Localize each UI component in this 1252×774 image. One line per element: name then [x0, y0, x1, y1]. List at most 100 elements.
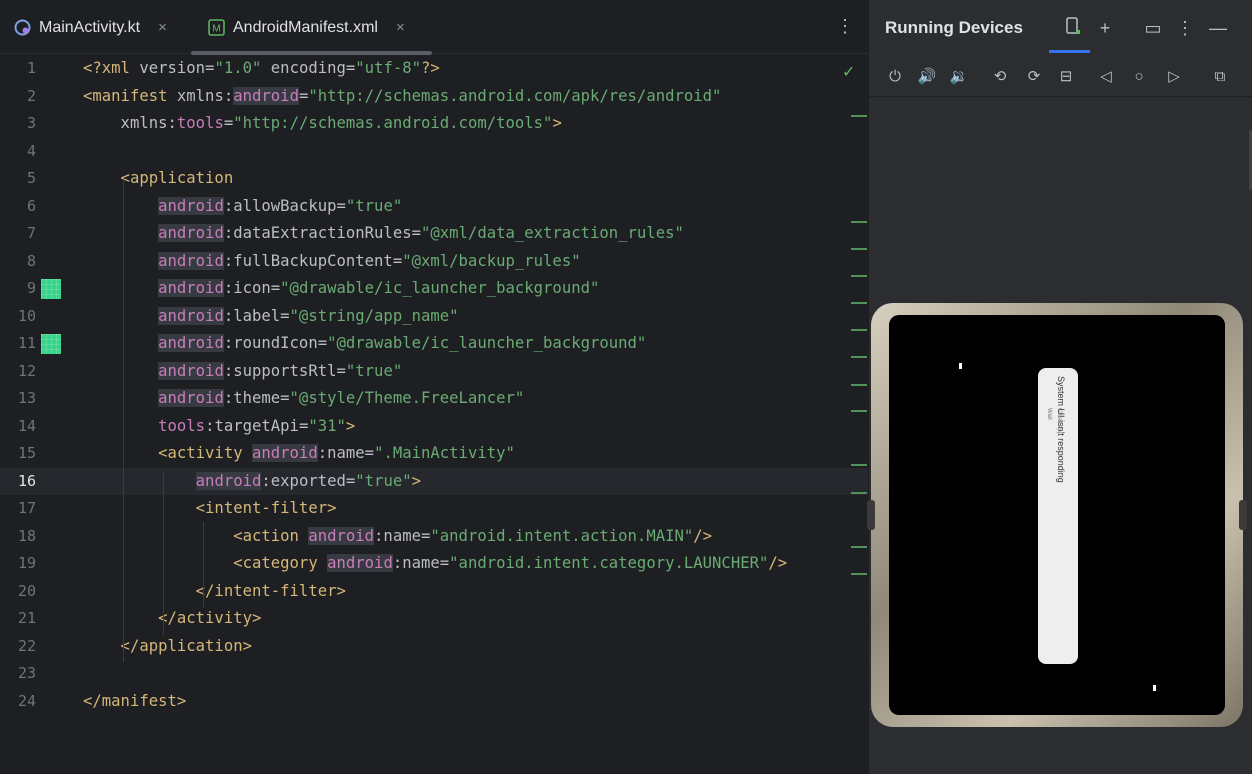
code-line[interactable]: 14 tools:targetApi="31"> — [0, 413, 868, 440]
line-number[interactable]: 17 — [0, 495, 36, 522]
dialog-options[interactable]: Close app Wait — [1044, 408, 1064, 435]
line-number[interactable]: 11 — [0, 330, 36, 357]
line-number[interactable]: 16 — [0, 468, 36, 495]
change-marker[interactable] — [851, 464, 867, 466]
code-line[interactable]: 9 android:icon="@drawable/ic_launcher_ba… — [0, 275, 868, 302]
line-number[interactable]: 9 — [0, 275, 36, 302]
code-line[interactable]: 1 <?xml version="1.0" encoding="utf-8"?> — [0, 55, 868, 82]
code-line[interactable]: 12 android:supportsRtl="true" — [0, 358, 868, 385]
running-devices-panel: Running Devices + ▭ ⋮ — ⏻ 🔊 🔉 ⟲ ⟳ ⊟ ◁ ○ ▷ ⧉ Syste… — [867, 0, 1252, 774]
line-number[interactable]: 20 — [0, 578, 36, 605]
home-icon[interactable]: ○ — [1128, 66, 1150, 88]
screenshot-icon[interactable]: ⧉ — [1209, 66, 1231, 88]
code-text: android:allowBackup="true" — [83, 193, 402, 220]
line-number[interactable]: 4 — [0, 138, 36, 165]
minimize-icon[interactable]: — — [1207, 16, 1229, 40]
code-line[interactable]: 22 </application> — [0, 633, 868, 660]
code-line[interactable]: 20 </intent-filter> — [0, 578, 868, 605]
line-number[interactable]: 5 — [0, 165, 36, 192]
line-number[interactable]: 18 — [0, 523, 36, 550]
code-token: android — [158, 224, 224, 242]
line-number[interactable]: 12 — [0, 358, 36, 385]
code-line[interactable]: 3 xmlns:tools="http://schemas.android.co… — [0, 110, 868, 137]
wait-option[interactable]: Wait — [1044, 408, 1054, 435]
code-line[interactable]: 8 android:fullBackupContent="@xml/backup… — [0, 248, 868, 275]
line-number[interactable]: 2 — [0, 83, 36, 110]
code-line[interactable]: 10 android:label="@string/app_name" — [0, 303, 868, 330]
line-number[interactable]: 6 — [0, 193, 36, 220]
window-layout-icon[interactable]: ▭ — [1142, 16, 1164, 40]
fold-icon[interactable]: ⊟ — [1055, 66, 1077, 88]
code-line[interactable]: 17 <intent-filter> — [0, 495, 868, 522]
code-line[interactable]: 2 <manifest xmlns:android="http://schemas… — [0, 83, 868, 110]
code-line[interactable]: 4 — [0, 138, 868, 165]
volume-up-icon[interactable]: 🔊 — [916, 66, 938, 88]
change-marker[interactable] — [851, 302, 867, 304]
change-marker[interactable] — [851, 275, 867, 277]
code-token: <intent-filter> — [83, 499, 337, 517]
line-number[interactable]: 19 — [0, 550, 36, 577]
anr-dialog[interactable]: System UI isn't responding Close app Wai… — [1038, 368, 1078, 664]
code-line[interactable]: 11 android:roundIcon="@drawable/ic_launc… — [0, 330, 868, 357]
tab-main-activity[interactable]: MainActivity.kt × — [14, 2, 167, 53]
line-number[interactable]: 23 — [0, 660, 36, 687]
change-marker[interactable] — [851, 115, 867, 117]
drawable-preview-icon[interactable] — [41, 279, 61, 299]
code-area[interactable]: 1 <?xml version="1.0" encoding="utf-8"?> 2… — [0, 55, 868, 774]
change-marker[interactable] — [851, 573, 867, 575]
code-token: "true" — [345, 361, 403, 380]
line-number[interactable]: 10 — [0, 303, 36, 330]
change-marker[interactable] — [851, 384, 867, 386]
add-device-icon[interactable]: + — [1094, 16, 1116, 40]
change-marker[interactable] — [851, 410, 867, 412]
code-token: "@xml/data_extraction_rules" — [420, 224, 684, 242]
change-marker[interactable] — [851, 492, 867, 494]
change-marker[interactable] — [851, 221, 867, 223]
back-icon[interactable]: ◁ — [1095, 66, 1117, 88]
tab-android-manifest[interactable]: M AndroidManifest.xml × — [208, 2, 405, 53]
close-icon[interactable]: × — [158, 19, 167, 36]
code-line[interactable]: 6 android:allowBackup="true" — [0, 193, 868, 220]
code-line[interactable]: 18 <action android:name="android.intent.… — [0, 523, 868, 550]
power-icon[interactable]: ⏻ — [884, 66, 906, 88]
line-number[interactable]: 24 — [0, 688, 36, 715]
code-line[interactable]: 16 android:exported="true"> — [0, 467, 868, 495]
line-number[interactable]: 3 — [0, 110, 36, 137]
line-number[interactable]: 7 — [0, 220, 36, 247]
code-line[interactable]: 23 — [0, 660, 868, 687]
code-line[interactable]: 15 <activity android:name=".MainActivity… — [0, 440, 868, 467]
code-line[interactable]: 13 android:theme="@style/Theme.FreeLance… — [0, 385, 868, 412]
line-number[interactable]: 15 — [0, 440, 36, 467]
rotate-left-icon[interactable]: ⟲ — [989, 66, 1011, 88]
code-token: <activity — [83, 444, 252, 462]
code-token: :name= — [317, 444, 375, 462]
change-marker[interactable] — [851, 248, 867, 250]
more-menu-icon[interactable]: ⋮ — [836, 16, 854, 40]
line-number[interactable]: 14 — [0, 413, 36, 440]
code-line[interactable]: 21 </activity> — [0, 605, 868, 632]
line-number[interactable]: 1 — [0, 55, 36, 82]
volume-down-icon[interactable]: 🔉 — [948, 66, 970, 88]
overview-icon[interactable]: ▷ — [1163, 66, 1185, 88]
change-marker[interactable] — [851, 329, 867, 331]
rotate-right-icon[interactable]: ⟳ — [1023, 66, 1045, 88]
device-tab-icon[interactable] — [1063, 16, 1085, 40]
line-number[interactable]: 21 — [0, 605, 36, 632]
drawable-preview-icon[interactable] — [41, 334, 61, 354]
close-app-option[interactable]: Close app — [1054, 408, 1064, 435]
no-problems-check-icon[interactable]: ✓ — [842, 62, 855, 82]
code-line[interactable]: 19 <category android:name="android.inten… — [0, 550, 868, 577]
code-line[interactable]: 7 android:dataExtractionRules="@xml/data… — [0, 220, 868, 247]
close-icon[interactable]: × — [396, 19, 405, 36]
code-line[interactable]: 24 </manifest> — [0, 688, 868, 715]
line-number[interactable]: 8 — [0, 248, 36, 275]
line-number[interactable]: 13 — [0, 385, 36, 412]
more-options-icon[interactable]: ⋮ — [1174, 16, 1196, 40]
code-token: "1.0" — [214, 59, 262, 77]
code-line[interactable]: 5 <application — [0, 165, 868, 192]
device-screen[interactable]: System UI isn't responding Close app Wai… — [889, 315, 1225, 715]
change-marker[interactable] — [851, 356, 867, 358]
change-marker[interactable] — [851, 546, 867, 548]
line-number[interactable]: 22 — [0, 633, 36, 660]
